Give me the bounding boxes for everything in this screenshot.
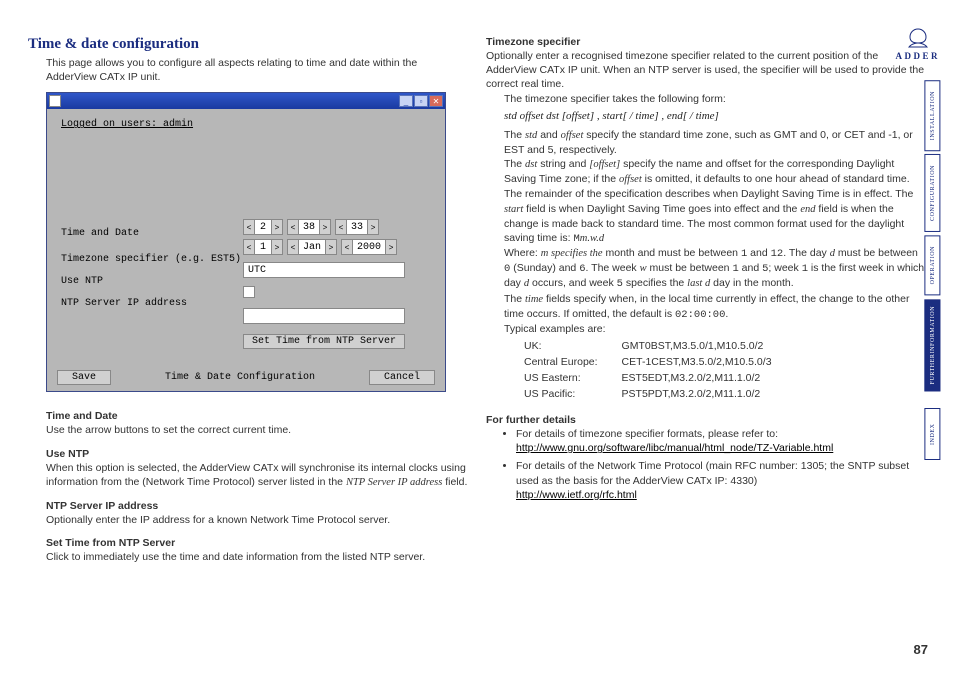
- tab-further-information[interactable]: furtherinformation: [924, 299, 940, 391]
- list-item: For details of the Network Time Protocol…: [516, 459, 926, 502]
- tab-index[interactable]: index: [924, 408, 940, 460]
- label-time-date: Time and Date: [61, 223, 241, 245]
- save-button[interactable]: Save: [57, 370, 111, 385]
- list-item: For details of timezone specifier format…: [516, 427, 926, 455]
- minute-stepper[interactable]: <38>: [287, 219, 331, 235]
- tz-syntax: std offset dst [offset] , start[ / time]…: [504, 110, 926, 122]
- cancel-button[interactable]: Cancel: [369, 370, 435, 385]
- p-use-ntp: When this option is selected, the AdderV…: [46, 461, 468, 490]
- label-use-ntp: Use NTP: [61, 271, 241, 293]
- h-further-details: For further details: [486, 414, 926, 426]
- table-row: US Pacific:PST5PDT,M3.2.0/2,M11.1.0/2: [524, 388, 794, 402]
- label-ntp-ip: NTP Server IP address: [61, 293, 241, 315]
- day-stepper[interactable]: <1>: [243, 239, 283, 255]
- config-screenshot: _ ▫ ✕ Logged on users: admin Time and Da…: [46, 92, 446, 392]
- p-dst: The dst string and [offset] specify the …: [504, 157, 926, 187]
- tab-configuration[interactable]: configuration: [924, 154, 940, 232]
- table-row: Central Europe:CET-1CEST,M3.5.0/2,M10.5.…: [524, 356, 794, 370]
- year-stepper[interactable]: <2000>: [341, 239, 397, 255]
- p-ntp-ip: Optionally enter the IP address for a kn…: [46, 513, 468, 527]
- p-time-fields: The time fields specify when, in the loc…: [504, 292, 926, 322]
- close-icon[interactable]: ✕: [429, 95, 443, 107]
- p-where: Where: m specifies the month and must be…: [504, 246, 926, 292]
- h-time-date: Time and Date: [46, 410, 468, 422]
- ntp-ip-field[interactable]: [243, 308, 405, 324]
- h-use-ntp: Use NTP: [46, 448, 468, 460]
- link-tz-variable[interactable]: http://www.gnu.org/software/libc/manual/…: [516, 442, 833, 454]
- minimize-icon[interactable]: _: [399, 95, 413, 107]
- tz-field[interactable]: UTC: [243, 262, 405, 278]
- intro-text: This page allows you to configure all as…: [46, 56, 468, 84]
- h-set-ntp: Set Time from NTP Server: [46, 537, 468, 549]
- nav-tabs: installation configuration operation fur…: [924, 80, 940, 460]
- link-ietf-rfc[interactable]: http://www.ietf.org/rfc.html: [516, 489, 637, 501]
- examples-table: UK:GMT0BST,M3.5.0/1,M10.5.0/2 Central Eu…: [522, 338, 796, 404]
- logged-on-users: Logged on users: admin: [61, 119, 193, 130]
- p-tz-form: The timezone specifier takes the followi…: [504, 92, 926, 106]
- use-ntp-checkbox[interactable]: [243, 286, 255, 298]
- window-icon: [49, 95, 61, 107]
- tab-operation[interactable]: operation: [924, 235, 940, 295]
- table-row: UK:GMT0BST,M3.5.0/1,M10.5.0/2: [524, 340, 794, 354]
- page-heading: Time & date configuration: [28, 36, 468, 53]
- adder-logo: ADDER: [895, 28, 940, 61]
- p-examples-label: Typical examples are:: [504, 322, 926, 336]
- page-number: 87: [914, 642, 928, 657]
- table-row: US Eastern:EST5EDT,M3.2.0/2,M11.1.0/2: [524, 372, 794, 386]
- tab-installation[interactable]: installation: [924, 80, 940, 151]
- p-time-date: Use the arrow buttons to set the correct…: [46, 423, 468, 437]
- label-tz: Timezone specifier (e.g. EST5): [61, 249, 241, 271]
- set-time-ntp-button[interactable]: Set Time from NTP Server: [243, 334, 405, 349]
- month-stepper[interactable]: <Jan>: [287, 239, 337, 255]
- p-tz-intro: Optionally enter a recognised timezone s…: [486, 49, 926, 92]
- window-footer-title: Time & Date Configuration: [165, 372, 315, 383]
- h-ntp-ip: NTP Server IP address: [46, 500, 468, 512]
- p-set-ntp: Click to immediately use the time and da…: [46, 550, 468, 564]
- second-stepper[interactable]: <33>: [335, 219, 379, 235]
- maximize-icon[interactable]: ▫: [414, 95, 428, 107]
- p-remainder: The remainder of the specification descr…: [504, 187, 926, 246]
- hour-stepper[interactable]: <2>: [243, 219, 283, 235]
- h-tz-specifier: Timezone specifier: [486, 36, 926, 48]
- p-std-offset: The std and offset specify the standard …: [504, 128, 926, 157]
